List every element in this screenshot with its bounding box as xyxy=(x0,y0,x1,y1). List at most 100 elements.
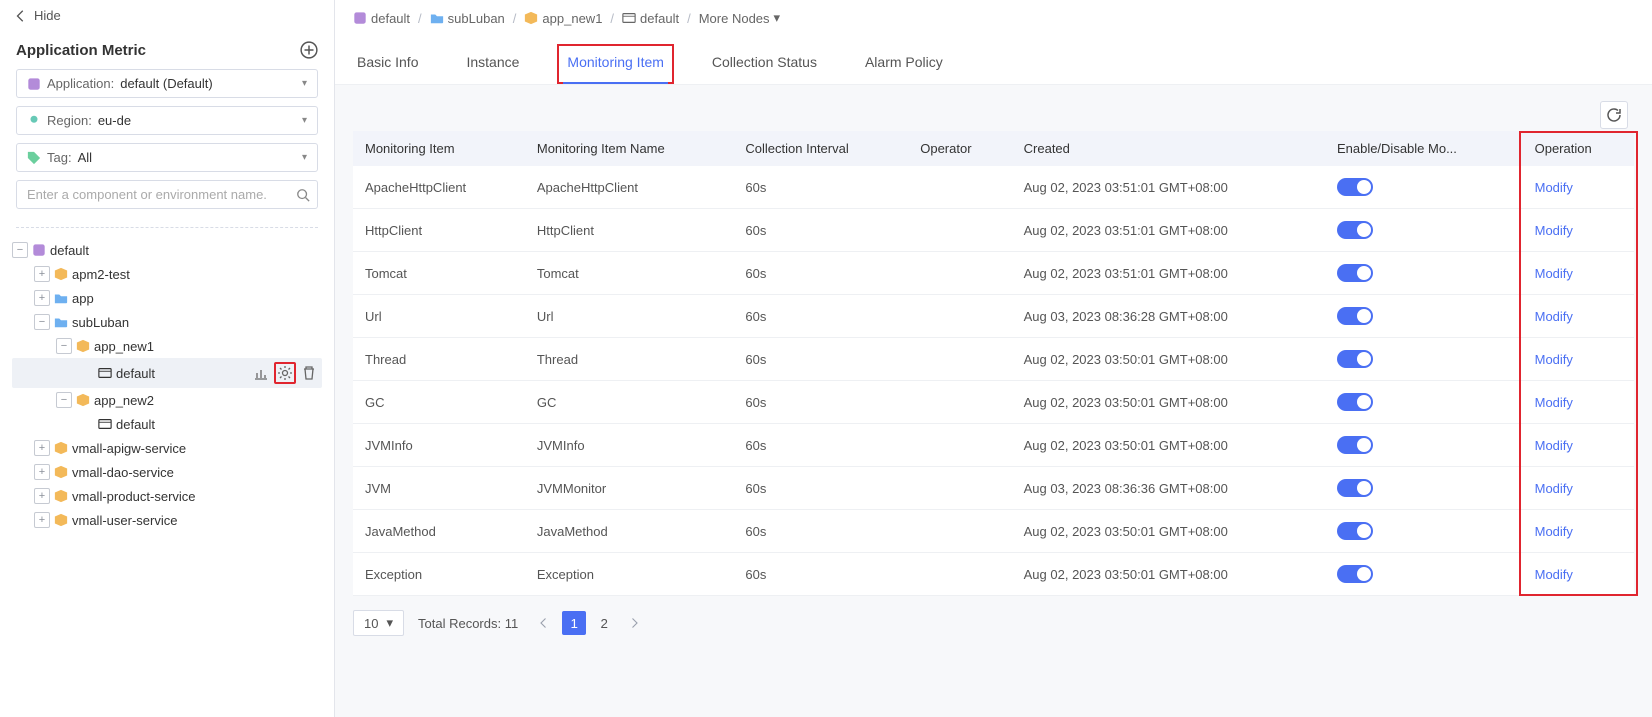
search-input[interactable] xyxy=(16,180,318,209)
enable-toggle[interactable] xyxy=(1337,178,1373,196)
page-size-select[interactable]: 10 ▾ xyxy=(353,610,404,636)
tree-toggle-spacer xyxy=(78,416,94,432)
modify-link[interactable]: Modify xyxy=(1535,180,1573,195)
breadcrumb-item[interactable]: default xyxy=(353,11,410,26)
tree-toggle[interactable]: − xyxy=(12,242,28,258)
tab-basic-info[interactable]: Basic Info xyxy=(353,48,422,84)
delete-action[interactable] xyxy=(298,362,320,384)
page-size-value: 10 xyxy=(364,616,378,631)
tree-toggle[interactable]: − xyxy=(56,338,72,354)
enable-toggle[interactable] xyxy=(1337,393,1373,411)
tree-node[interactable]: −app_new1 xyxy=(12,334,322,358)
modify-link[interactable]: Modify xyxy=(1535,266,1573,281)
tab-alarm-policy[interactable]: Alarm Policy xyxy=(861,48,947,84)
modify-link[interactable]: Modify xyxy=(1535,524,1573,539)
tree-node[interactable]: +vmall-product-service xyxy=(12,484,322,508)
page-2[interactable]: 2 xyxy=(592,611,616,635)
tree-node[interactable]: default xyxy=(12,358,322,388)
column-header: Operation xyxy=(1523,131,1634,166)
tree-toggle[interactable]: + xyxy=(34,290,50,306)
cube-purple-icon xyxy=(353,11,367,25)
cell-operator xyxy=(908,553,1011,596)
tree-node[interactable]: + app xyxy=(12,286,322,310)
page-prev[interactable] xyxy=(532,611,556,635)
tag-icon xyxy=(27,151,41,165)
box-orange-icon xyxy=(54,513,68,527)
hide-button[interactable]: Hide xyxy=(0,0,334,31)
table-row: Tomcat Tomcat 60s Aug 02, 2023 03:51:01 … xyxy=(353,252,1634,295)
tree-node[interactable]: −default xyxy=(12,238,322,262)
tab-monitoring-item[interactable]: Monitoring Item xyxy=(563,48,667,84)
modify-link[interactable]: Modify xyxy=(1535,567,1573,582)
enable-toggle[interactable] xyxy=(1337,522,1373,540)
main: default/subLuban/app_new1/default/More N… xyxy=(335,0,1652,717)
cell-item: Exception xyxy=(353,553,525,596)
content: Monitoring ItemMonitoring Item NameColle… xyxy=(335,85,1652,717)
tree-node[interactable]: +apm2-test xyxy=(12,262,322,286)
tree-toggle[interactable]: + xyxy=(34,488,50,504)
tree-node-label: app xyxy=(72,291,94,306)
refresh-button[interactable] xyxy=(1600,101,1628,129)
column-header: Operator xyxy=(908,131,1011,166)
enable-toggle[interactable] xyxy=(1337,565,1373,583)
chart-action[interactable] xyxy=(250,362,272,384)
enable-toggle[interactable] xyxy=(1337,436,1373,454)
cell-item: GC xyxy=(353,381,525,424)
modify-link[interactable]: Modify xyxy=(1535,223,1573,238)
cell-interval: 60s xyxy=(733,338,908,381)
tree-toggle[interactable]: − xyxy=(34,314,50,330)
tree-toggle[interactable]: + xyxy=(34,440,50,456)
breadcrumb-item[interactable]: subLuban xyxy=(430,11,505,26)
tree-node[interactable]: −app_new2 xyxy=(12,388,322,412)
enable-toggle[interactable] xyxy=(1337,350,1373,368)
modify-link[interactable]: Modify xyxy=(1535,438,1573,453)
cell-item: ApacheHttpClient xyxy=(353,166,525,209)
enable-toggle[interactable] xyxy=(1337,221,1373,239)
cell-enabled xyxy=(1325,381,1523,424)
page-next[interactable] xyxy=(622,611,646,635)
tree: −default+apm2-test+app−subLuban−app_new1… xyxy=(0,238,334,532)
cell-created: Aug 02, 2023 03:50:01 GMT+08:00 xyxy=(1012,553,1325,596)
tree-node[interactable]: −subLuban xyxy=(12,310,322,334)
cell-name: Tomcat xyxy=(525,252,734,295)
region-select[interactable]: Region: eu-de ▾ xyxy=(16,106,318,135)
tree-node[interactable]: +vmall-user-service xyxy=(12,508,322,532)
application-select[interactable]: Application: default (Default) ▾ xyxy=(16,69,318,98)
modify-link[interactable]: Modify xyxy=(1535,309,1573,324)
caret-down-icon: ▾ xyxy=(302,78,307,89)
tab-collection-status[interactable]: Collection Status xyxy=(708,48,821,84)
caret-down-icon: ▾ xyxy=(302,152,307,163)
pin-icon xyxy=(27,114,41,128)
tab-instance[interactable]: Instance xyxy=(462,48,523,84)
breadcrumb-label: default xyxy=(371,11,410,26)
enable-toggle[interactable] xyxy=(1337,264,1373,282)
modify-link[interactable]: Modify xyxy=(1535,395,1573,410)
tree-node[interactable]: + vmall-apigw-service xyxy=(12,436,322,460)
tree-node[interactable]: default xyxy=(12,412,322,436)
tree-node[interactable]: +vmall-dao-service xyxy=(12,460,322,484)
breadcrumb-item[interactable]: default xyxy=(622,11,679,26)
application-label: Application: xyxy=(47,76,114,91)
table-body: ApacheHttpClient ApacheHttpClient 60s Au… xyxy=(353,166,1634,596)
application-value: default (Default) xyxy=(120,76,213,91)
tree-toggle[interactable]: + xyxy=(34,266,50,282)
modify-link[interactable]: Modify xyxy=(1535,481,1573,496)
search-icon xyxy=(296,188,310,202)
cell-interval: 60s xyxy=(733,252,908,295)
settings-action[interactable] xyxy=(274,362,296,384)
tree-toggle[interactable]: − xyxy=(56,392,72,408)
breadcrumb-item[interactable]: app_new1 xyxy=(524,11,602,26)
add-metric-icon[interactable] xyxy=(300,41,318,59)
modify-link[interactable]: Modify xyxy=(1535,352,1573,367)
breadcrumb-label: subLuban xyxy=(448,11,505,26)
breadcrumb-item[interactable]: More Nodes ▾ xyxy=(699,10,780,26)
enable-toggle[interactable] xyxy=(1337,479,1373,497)
caret-down-icon: ▾ xyxy=(386,615,393,631)
cell-enabled xyxy=(1325,424,1523,467)
tree-toggle[interactable]: + xyxy=(34,512,50,528)
tree-node-label: vmall-apigw-service xyxy=(72,441,186,456)
page-1[interactable]: 1 xyxy=(562,611,586,635)
enable-toggle[interactable] xyxy=(1337,307,1373,325)
tree-toggle[interactable]: + xyxy=(34,464,50,480)
tag-select[interactable]: Tag: All ▾ xyxy=(16,143,318,172)
